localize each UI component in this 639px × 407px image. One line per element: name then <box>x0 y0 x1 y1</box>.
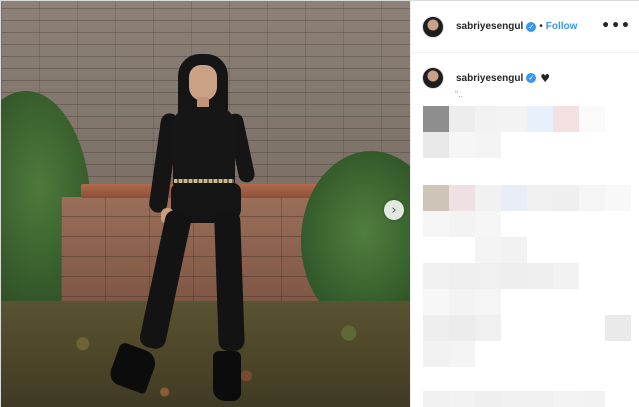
pixel-block <box>423 185 449 211</box>
caption-username[interactable]: sabriyesengul <box>456 73 523 84</box>
pixel-block <box>501 263 527 289</box>
caption-verified-badge-icon: ✓ <box>526 73 537 83</box>
black-heart-icon: ♥ <box>540 71 551 85</box>
pixel-block <box>501 391 527 407</box>
caption-avatar[interactable] <box>422 67 444 89</box>
pixel-block <box>475 185 501 211</box>
header-username[interactable]: sabriyesengul <box>456 21 523 32</box>
pixel-block <box>475 211 501 237</box>
pixel-block <box>527 106 553 132</box>
pixel-block <box>475 132 501 158</box>
post-photo[interactable]: › <box>1 1 410 407</box>
pixel-block <box>449 132 475 158</box>
verified-badge-icon: ✓ <box>526 21 537 32</box>
pixel-block <box>449 185 475 211</box>
pixel-block <box>449 106 475 132</box>
woman-in-black-outfit <box>101 51 261 401</box>
avatar[interactable] <box>422 15 444 38</box>
pixel-block <box>475 391 501 407</box>
pixel-block <box>475 106 501 132</box>
instagram-post-window: › sabriyesengul ✓ • Follow ••• sabriyese… <box>0 0 639 407</box>
pixel-block <box>553 106 579 132</box>
torso <box>173 107 235 189</box>
chain-belt <box>174 179 234 183</box>
pixel-block <box>605 315 631 341</box>
pixel-block <box>423 106 449 132</box>
pixel-block <box>501 237 527 263</box>
pixel-block <box>475 237 501 263</box>
pixel-block <box>423 132 449 158</box>
pixelated-comments-area <box>411 101 639 407</box>
pixel-block <box>423 211 449 237</box>
pixel-block <box>449 391 475 407</box>
separator-dot: • <box>539 21 543 32</box>
pixel-block <box>605 185 631 211</box>
chevron-right-icon: › <box>391 202 397 218</box>
pixel-block <box>449 211 475 237</box>
post-side-panel: sabriyesengul ✓ • Follow ••• sabriyeseng… <box>410 1 639 407</box>
pixel-block <box>423 391 449 407</box>
pixel-block <box>579 106 605 132</box>
pixel-block <box>553 185 579 211</box>
pixel-block <box>553 263 579 289</box>
pixel-block <box>423 315 449 341</box>
post-header: sabriyesengul ✓ • Follow ••• <box>411 1 639 53</box>
pixel-block <box>527 185 553 211</box>
pixel-block <box>423 289 449 315</box>
pixel-block <box>501 185 527 211</box>
pixel-block <box>449 263 475 289</box>
right-boot <box>213 351 241 401</box>
pixel-block <box>579 391 605 407</box>
pixel-block <box>423 341 449 367</box>
pixel-block <box>475 315 501 341</box>
pixel-block <box>449 289 475 315</box>
more-options-icon[interactable]: ••• <box>601 18 631 34</box>
pixel-block <box>527 391 553 407</box>
pixel-block <box>449 341 475 367</box>
right-leg <box>214 210 245 352</box>
left-boot <box>107 341 159 395</box>
pixel-block <box>501 106 527 132</box>
pixel-block <box>553 391 579 407</box>
pixel-block <box>423 263 449 289</box>
follow-button[interactable]: Follow <box>546 21 578 32</box>
face <box>189 65 217 101</box>
pixel-block <box>449 315 475 341</box>
left-leg <box>138 208 193 351</box>
next-photo-button[interactable]: › <box>384 200 404 220</box>
pixel-block <box>475 289 501 315</box>
caption-text: “.. <box>455 89 463 99</box>
pixel-block <box>475 263 501 289</box>
pixel-block <box>527 263 553 289</box>
caption-header: sabriyesengul ✓ ♥ <box>422 67 550 89</box>
pixel-block <box>579 185 605 211</box>
